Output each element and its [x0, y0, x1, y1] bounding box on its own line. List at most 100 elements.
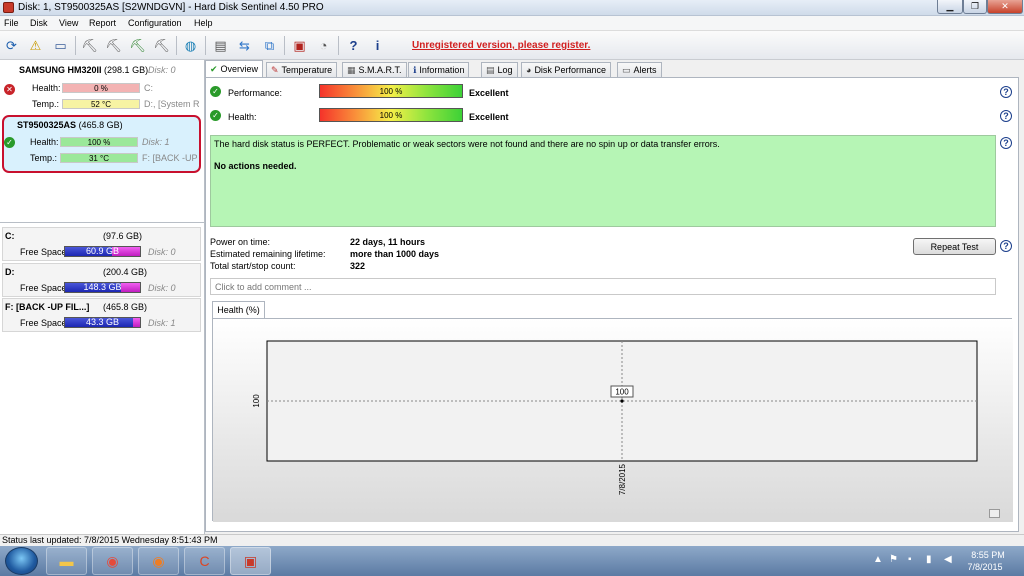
- disk-test-icon[interactable]: ⛏: [80, 36, 99, 55]
- tab-log[interactable]: ▤ Log: [481, 62, 518, 77]
- clock-time[interactable]: 8:55 PM: [968, 550, 1008, 560]
- tab-information[interactable]: ℹ Information: [408, 62, 470, 77]
- ccleaner-taskbar-button[interactable]: C: [184, 547, 225, 575]
- health-bar: 100 %: [60, 137, 138, 147]
- start-button[interactable]: [5, 547, 38, 575]
- data-label: 100: [615, 388, 629, 397]
- lifetime-value: more than 1000 days: [350, 249, 440, 259]
- volume-card-d[interactable]: D: (200.4 GB) Free Space 148.3 GB Disk: …: [2, 263, 201, 297]
- chart-tab-health[interactable]: Health (%): [212, 301, 265, 318]
- status-box: The hard disk status is PERFECT. Problem…: [210, 135, 996, 227]
- tab-disk-performance[interactable]: ◕ Disk Performance: [521, 62, 611, 77]
- close-button[interactable]: ✕: [987, 0, 1023, 14]
- tab-smart[interactable]: ▦ S.M.A.R.T.: [342, 62, 407, 77]
- health-ok-icon: ✓: [210, 110, 221, 121]
- menu-bar: File Disk View Report Configuration Help: [0, 16, 1024, 31]
- menu-file[interactable]: File: [4, 18, 19, 28]
- network-icon[interactable]: ⧉: [260, 36, 279, 55]
- toolbar-separator: [338, 36, 339, 55]
- free-space-value: 148.3 GB: [83, 282, 122, 292]
- temp-value: 31 °C: [88, 153, 110, 163]
- restore-button[interactable]: ❐: [963, 0, 987, 14]
- disk-ok-icon[interactable]: ⛏: [128, 36, 147, 55]
- tab-alerts[interactable]: ▭ Alerts: [617, 62, 662, 77]
- health-help-icon[interactable]: ?: [1000, 110, 1012, 122]
- hard-disk-sentinel-taskbar-button[interactable]: ▣: [230, 547, 271, 575]
- drive-letter: D:, [System R: [144, 99, 199, 109]
- performance-help-icon[interactable]: ?: [1000, 86, 1012, 98]
- health-value: 100 %: [87, 137, 111, 147]
- disk-index: Disk: 0: [148, 65, 176, 75]
- toolbar-separator: [284, 36, 285, 55]
- log-icon: ▤: [486, 64, 495, 75]
- disk-repair-icon[interactable]: ⛏: [104, 36, 123, 55]
- volume-size: (465.8 GB): [103, 302, 148, 312]
- tab-overview[interactable]: ✔ Overview: [205, 60, 264, 77]
- status-help-icon[interactable]: ?: [1000, 137, 1012, 149]
- volume-card-f[interactable]: F: [BACK -UP FIL...] (465.8 GB) Free Spa…: [2, 298, 201, 332]
- lifetime-label: Estimated remaining lifetime:: [210, 249, 326, 259]
- drive-letter: F: [BACK -UP: [142, 153, 198, 163]
- repeat-test-help-icon[interactable]: ?: [1000, 240, 1012, 252]
- settings-icon[interactable]: ◔: [314, 36, 333, 55]
- chrome-taskbar-button[interactable]: ◉: [92, 547, 133, 575]
- info-icon[interactable]: i: [368, 36, 387, 55]
- disk-tool-icon[interactable]: ⛏: [152, 36, 171, 55]
- menu-help[interactable]: Help: [194, 18, 213, 28]
- free-space-value: 60.9 GB: [85, 246, 120, 256]
- temp-label: Temp.:: [32, 99, 60, 109]
- performance-rating: Excellent: [469, 88, 509, 98]
- window-title: Disk: 1, ST9500325AS [S2WNDGVN] - Hard D…: [18, 2, 324, 13]
- health-bar: 0 %: [62, 83, 140, 93]
- volume-disk: Disk: 1: [148, 318, 176, 328]
- status-bar: Status last updated: 7/8/2015 Wednesday …: [0, 534, 1024, 546]
- health-chart: 100 100 7/8/2015: [213, 319, 1013, 522]
- power-on-value: 22 days, 11 hours: [350, 237, 426, 247]
- menu-report[interactable]: Report: [89, 18, 116, 28]
- tab-bar: ✔ Overview ✎ Temperature ▦ S.M.A.R.T. ℹ Info…: [205, 60, 1024, 77]
- title-bar: Disk: 1, ST9500325AS [S2WNDGVN] - Hard D…: [0, 0, 1024, 16]
- free-space-label: Free Space: [20, 247, 67, 257]
- tray-app-icon[interactable]: ▪: [908, 554, 912, 565]
- startstop-value: 322: [350, 261, 366, 271]
- disk-card-st9500325as[interactable]: ST9500325AS (465.8 GB) ✓ Health: 100 % D…: [2, 115, 201, 173]
- data-point: [620, 399, 624, 403]
- sync-icon[interactable]: ⇆: [235, 36, 254, 55]
- tray-flag-icon[interactable]: ⚑: [889, 554, 898, 565]
- tray-network-icon[interactable]: ▮: [926, 554, 932, 565]
- tray-volume-icon[interactable]: ◀: [944, 554, 952, 565]
- register-link[interactable]: Unregistered version, please register.: [412, 40, 590, 51]
- performance-label: Performance:: [228, 88, 283, 98]
- error-icon: ✕: [4, 84, 15, 95]
- close-icon: ✕: [1001, 1, 1009, 11]
- volume-card-c[interactable]: C: (97.6 GB) Free Space 60.9 GB Disk: 0: [2, 227, 201, 261]
- tray-show-hidden-icon[interactable]: ▲: [873, 554, 883, 565]
- disk-card-samsung[interactable]: SAMSUNG HM320II (298.1 GB) Disk: 0 ✕ Hea…: [2, 62, 201, 114]
- firefox-taskbar-button[interactable]: ◉: [138, 547, 179, 575]
- monitor-icon[interactable]: ▣: [290, 36, 309, 55]
- x-tick-label: 7/8/2015: [618, 463, 627, 495]
- volume-size: (97.6 GB): [103, 231, 143, 241]
- volume-name: F: [BACK -UP FIL...]: [5, 302, 90, 312]
- alert-icon[interactable]: ⚠: [26, 36, 45, 55]
- report-icon[interactable]: ▤: [211, 36, 230, 55]
- comment-input[interactable]: Click to add comment ...: [210, 278, 996, 295]
- restore-icon: ❐: [970, 1, 980, 11]
- minimize-button[interactable]: ▁: [937, 0, 963, 14]
- health-value: 0 %: [94, 83, 108, 93]
- globe-icon[interactable]: ◍: [181, 36, 200, 55]
- help-icon[interactable]: ?: [344, 36, 363, 55]
- tab-temperature[interactable]: ✎ Temperature: [266, 62, 338, 77]
- repeat-test-button[interactable]: Repeat Test: [913, 238, 996, 255]
- chart-scroll-thumb[interactable]: [989, 509, 1000, 518]
- refresh-icon[interactable]: ⟳: [2, 36, 21, 55]
- clock-date[interactable]: 7/8/2015: [960, 562, 1010, 572]
- explorer-taskbar-button[interactable]: ▬: [46, 547, 87, 575]
- status-message: The hard disk status is PERFECT. Problem…: [214, 139, 720, 149]
- disk-status-icon[interactable]: ▭: [51, 36, 70, 55]
- info-icon: ℹ: [413, 64, 417, 75]
- menu-view[interactable]: View: [59, 18, 78, 28]
- menu-disk[interactable]: Disk: [30, 18, 48, 28]
- menu-configuration[interactable]: Configuration: [128, 18, 182, 28]
- toolbar-separator: [176, 36, 177, 55]
